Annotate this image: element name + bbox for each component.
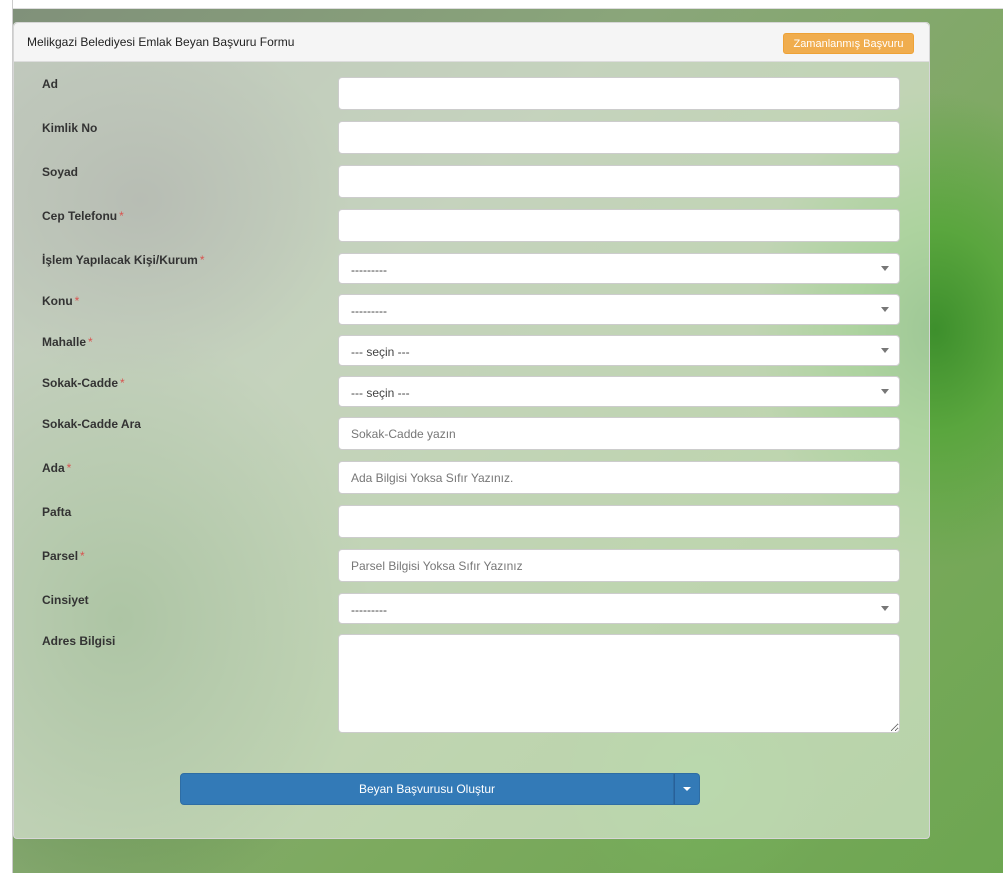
parsel-input[interactable] xyxy=(338,549,900,582)
konu-select[interactable]: --------- xyxy=(338,294,900,325)
required-marker: * xyxy=(199,253,205,267)
create-declaration-button[interactable]: Beyan Başvurusu Oluştur xyxy=(180,773,674,805)
required-marker: * xyxy=(120,376,125,390)
form-title: Melikgazi Belediyesi Emlak Beyan Başvuru… xyxy=(27,35,295,49)
cinsiyet-selected: --------- xyxy=(351,603,387,617)
submit-dropdown-toggle[interactable] xyxy=(674,773,700,805)
required-marker: * xyxy=(88,335,93,349)
field-label-kimlik-no: Kimlik No xyxy=(42,121,98,135)
field-label-konu: Konu * xyxy=(42,294,80,308)
submit-button-group: Beyan Başvurusu Oluştur xyxy=(180,773,700,805)
ada-input[interactable] xyxy=(338,461,900,494)
field-label-soyad: Soyad xyxy=(42,165,79,179)
mahalle-select[interactable]: --- seçin --- xyxy=(338,335,900,366)
sokak-cadde-selected: --- seçin --- xyxy=(351,386,410,400)
top-border xyxy=(0,0,1003,9)
chevron-down-icon xyxy=(881,348,889,353)
sokak-cadde-select[interactable]: --- seçin --- xyxy=(338,376,900,407)
ad-input[interactable] xyxy=(338,77,900,110)
pafta-input[interactable] xyxy=(338,505,900,538)
chevron-down-icon xyxy=(881,389,889,394)
field-label-ada: Ada * xyxy=(42,461,72,475)
field-label-islem-kisi: İşlem Yapılacak Kişi/Kurum * xyxy=(42,253,205,267)
cep-telefonu-input[interactable] xyxy=(338,209,900,242)
field-label-parsel: Parsel * xyxy=(42,549,85,563)
form-panel: Melikgazi Belediyesi Emlak Beyan Başvuru… xyxy=(13,22,930,839)
field-label-sokak-cadde-ara: Sokak-Cadde Ara xyxy=(42,417,141,431)
chevron-down-icon xyxy=(881,266,889,271)
field-label-adres-bilgisi: Adres Bilgisi xyxy=(42,634,116,648)
field-label-sokak-cadde: Sokak-Cadde * xyxy=(42,376,125,390)
chevron-down-icon xyxy=(881,606,889,611)
sokak-cadde-ara-input[interactable] xyxy=(338,417,900,450)
field-label-pafta: Pafta xyxy=(42,505,72,519)
islem-kisi-selected: --------- xyxy=(351,263,387,277)
konu-selected: --------- xyxy=(351,304,387,318)
chevron-down-icon xyxy=(881,307,889,312)
field-label-mahalle: Mahalle * xyxy=(42,335,93,349)
adres-bilgisi-textarea[interactable] xyxy=(338,634,900,733)
field-label-cep-telefonu: Cep Telefonu * xyxy=(42,209,124,223)
required-marker: * xyxy=(74,294,80,308)
required-marker: * xyxy=(66,461,72,475)
field-label-cinsiyet: Cinsiyet xyxy=(42,593,89,607)
kimlik-no-input[interactable] xyxy=(338,121,900,154)
required-marker: * xyxy=(119,209,124,223)
required-marker: * xyxy=(80,549,85,563)
caret-down-icon xyxy=(683,787,691,791)
soyad-input[interactable] xyxy=(338,165,900,198)
field-label-ad: Ad xyxy=(42,77,58,91)
panel-heading: Melikgazi Belediyesi Emlak Beyan Başvuru… xyxy=(14,23,929,62)
islem-kisi-select[interactable]: --------- xyxy=(338,253,900,284)
left-border xyxy=(0,0,13,873)
cinsiyet-select[interactable]: --------- xyxy=(338,593,900,624)
scheduled-application-button[interactable]: Zamanlanmış Başvuru xyxy=(783,33,914,54)
mahalle-selected: --- seçin --- xyxy=(351,345,410,359)
